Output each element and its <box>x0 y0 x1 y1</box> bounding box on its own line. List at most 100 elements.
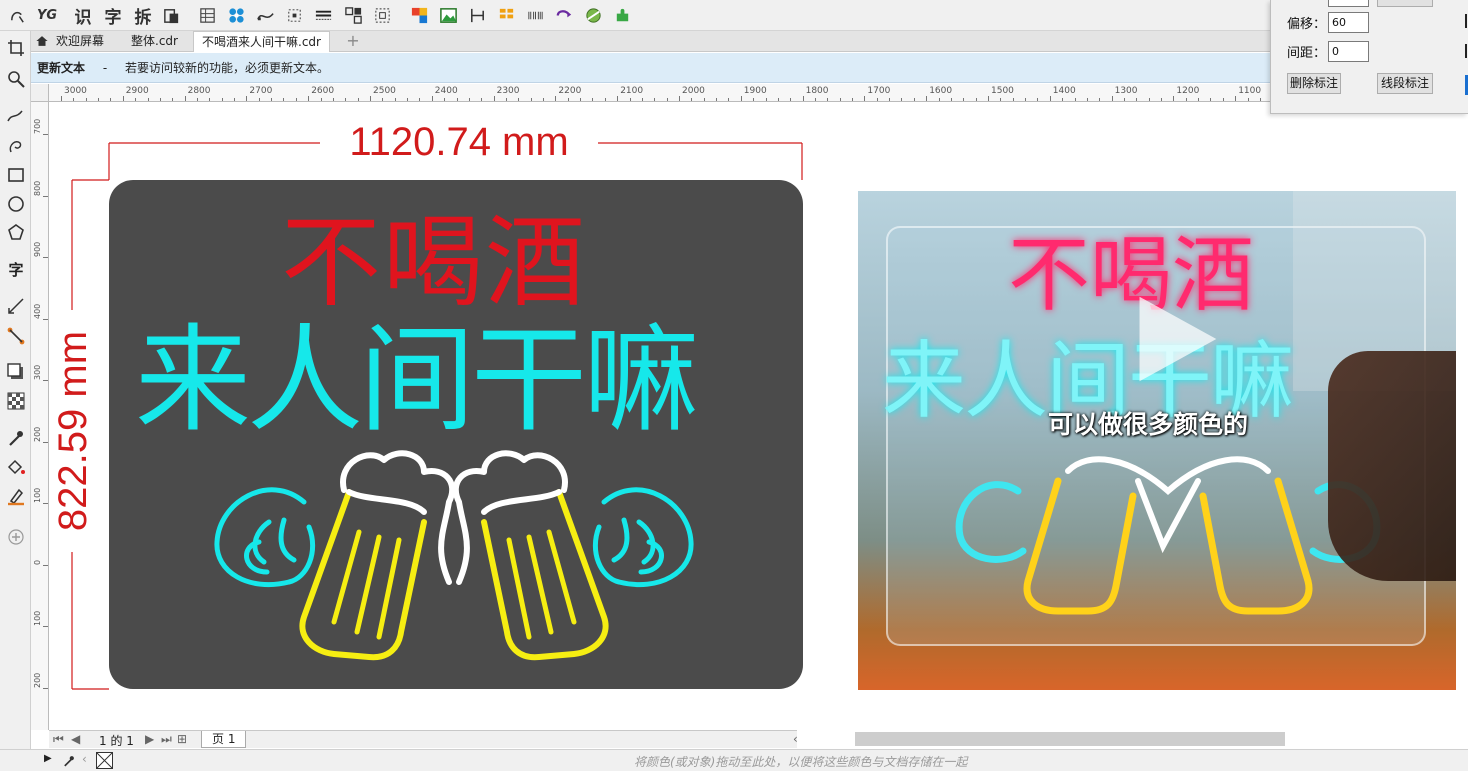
list-grid-icon[interactable] <box>497 6 516 25</box>
globe-icon[interactable] <box>584 6 603 25</box>
pattern-icon[interactable] <box>227 6 246 25</box>
width-dimension-label[interactable]: 1120.74 mm <box>320 118 598 166</box>
next-page-icon[interactable]: ▶ <box>145 732 154 746</box>
top-button-partial[interactable] <box>1377 0 1433 7</box>
ruler-minor-tick <box>814 98 816 101</box>
yg-logo-button[interactable]: YG <box>36 4 58 27</box>
tab-current-document[interactable]: 不喝酒来人间干嘛.cdr <box>193 31 330 52</box>
ruler-minor-tick <box>382 98 384 101</box>
ruler-minor-tick <box>159 98 161 101</box>
image-frame-icon[interactable] <box>439 6 458 25</box>
prev-page-icon[interactable]: ◀ <box>71 732 80 746</box>
zoom-icon[interactable] <box>6 69 26 89</box>
combine-icon[interactable] <box>344 6 363 25</box>
arrows-icon[interactable] <box>555 6 574 25</box>
last-page-icon[interactable]: ⏭ <box>161 732 172 747</box>
tab-whole-cdr[interactable]: 整体.cdr <box>123 31 186 52</box>
drop-shadow-icon[interactable] <box>6 362 26 382</box>
barcode-icon[interactable] <box>526 6 545 25</box>
reference-photo[interactable]: 不喝酒 来人间干嘛 可以做很多颜色的 <box>858 191 1456 690</box>
dimension-icon[interactable] <box>6 296 26 316</box>
recognize-button[interactable]: 识 <box>72 4 94 28</box>
add-tool-icon[interactable] <box>6 527 26 547</box>
notice-dash: - <box>102 61 108 75</box>
clipboard-icon[interactable] <box>162 6 181 25</box>
photo-arm <box>1328 351 1456 581</box>
ruler-minor-tick <box>1161 98 1163 101</box>
tab-welcome[interactable]: 欢迎屏幕 <box>48 31 112 52</box>
text-measure-icon[interactable] <box>468 6 487 25</box>
spacing-input[interactable]: 0 <box>1328 41 1369 62</box>
text-tool[interactable]: 字 <box>6 260 26 280</box>
ruler-minor-tick <box>654 98 656 101</box>
first-page-icon[interactable]: ⏮ <box>53 732 64 747</box>
color-blocks-icon[interactable] <box>410 6 429 25</box>
ruler-tick <box>864 96 866 101</box>
expand-arrow-icon[interactable]: ▶ <box>44 753 52 764</box>
ruler-minor-tick <box>703 98 705 101</box>
freehand-pick-icon[interactable] <box>8 7 27 26</box>
transparency-icon[interactable] <box>6 391 26 411</box>
ruler-minor-tick <box>691 98 693 101</box>
ruler-tick <box>740 96 742 101</box>
ruler-minor-tick <box>765 98 767 101</box>
dotted-corners-icon[interactable] <box>285 6 304 25</box>
ruler-minor-tick <box>419 98 421 101</box>
eyedropper-icon[interactable] <box>6 428 26 448</box>
fill-bucket-icon[interactable] <box>6 457 26 477</box>
ruler-tick <box>61 96 62 101</box>
text-button[interactable]: 字 <box>102 4 124 28</box>
offset-input[interactable]: 60 <box>1328 12 1369 33</box>
ruler-minor-tick <box>1210 98 1212 101</box>
ruler-label: 1400 <box>1052 86 1076 96</box>
ruler-minor-tick <box>901 98 903 101</box>
ruler-minor-tick <box>592 98 594 101</box>
document-tabs: 欢迎屏幕 整体.cdr 不喝酒来人间干嘛.cdr + <box>31 31 1271 52</box>
horizontal-scrollbar[interactable] <box>797 730 1468 748</box>
polygon-icon[interactable] <box>6 223 26 243</box>
artistic-media-icon[interactable] <box>6 135 26 155</box>
ruler-label: 1200 <box>1176 86 1200 96</box>
neon-sign-design[interactable]: 不喝酒 来人间干嘛 <box>109 180 803 689</box>
add-page-icon[interactable]: ⊞ <box>177 732 187 746</box>
ruler-minor-tick <box>1148 98 1150 101</box>
ruler-corner[interactable] <box>31 84 49 102</box>
delete-annotation-button[interactable]: 删除标注 <box>1287 73 1341 94</box>
height-dimension-label[interactable]: 822.59 mm <box>50 310 96 552</box>
new-tab-icon[interactable]: + <box>343 31 363 52</box>
ruler-label: 2200 <box>558 86 582 96</box>
horizontal-ruler[interactable]: 3000 2900 2800 2700 2600 2500 2400 2300 2200 2100… <box>49 84 1271 102</box>
home-icon[interactable] <box>35 34 49 48</box>
palette-left-icon[interactable]: ‹ <box>82 752 87 766</box>
ruler-minor-tick <box>666 98 668 101</box>
smart-fill-icon[interactable] <box>6 486 26 506</box>
page-tab[interactable]: 页 1 <box>201 731 247 748</box>
no-color-swatch[interactable] <box>96 752 113 769</box>
rectangle-icon[interactable] <box>6 165 26 185</box>
freehand-icon[interactable] <box>6 107 26 127</box>
crop-icon[interactable] <box>6 38 26 58</box>
ruler-tick <box>1235 96 1237 101</box>
split-button[interactable]: 拆 <box>132 4 154 28</box>
play-icon[interactable] <box>1128 291 1224 387</box>
ruler-minor-tick <box>543 98 545 101</box>
ruler-tick <box>1173 96 1175 101</box>
ruler-tick <box>122 96 124 101</box>
node-curve-icon[interactable] <box>256 6 275 25</box>
segment-annotation-button[interactable]: 线段标注 <box>1377 73 1433 94</box>
ruler-minor-tick <box>1259 98 1261 101</box>
select-region-icon[interactable] <box>373 6 392 25</box>
notice-title[interactable]: 更新文本 <box>37 61 85 75</box>
connector-icon[interactable] <box>6 326 26 346</box>
puzzle-icon[interactable] <box>613 6 632 25</box>
scrollbar-thumb[interactable] <box>855 732 1285 746</box>
table-icon[interactable] <box>198 6 217 25</box>
eyedropper-small-icon[interactable] <box>62 754 76 768</box>
ellipse-icon[interactable] <box>6 194 26 214</box>
ruler-label: 300 <box>33 364 42 380</box>
lines-icon[interactable] <box>314 6 333 25</box>
top-field-partial[interactable] <box>1328 0 1369 7</box>
ruler-label: 0 <box>33 559 42 565</box>
vertical-ruler[interactable]: 700 800 900 400 300 200 100 0 100 200 <box>31 102 49 730</box>
ruler-minor-tick <box>147 98 149 101</box>
